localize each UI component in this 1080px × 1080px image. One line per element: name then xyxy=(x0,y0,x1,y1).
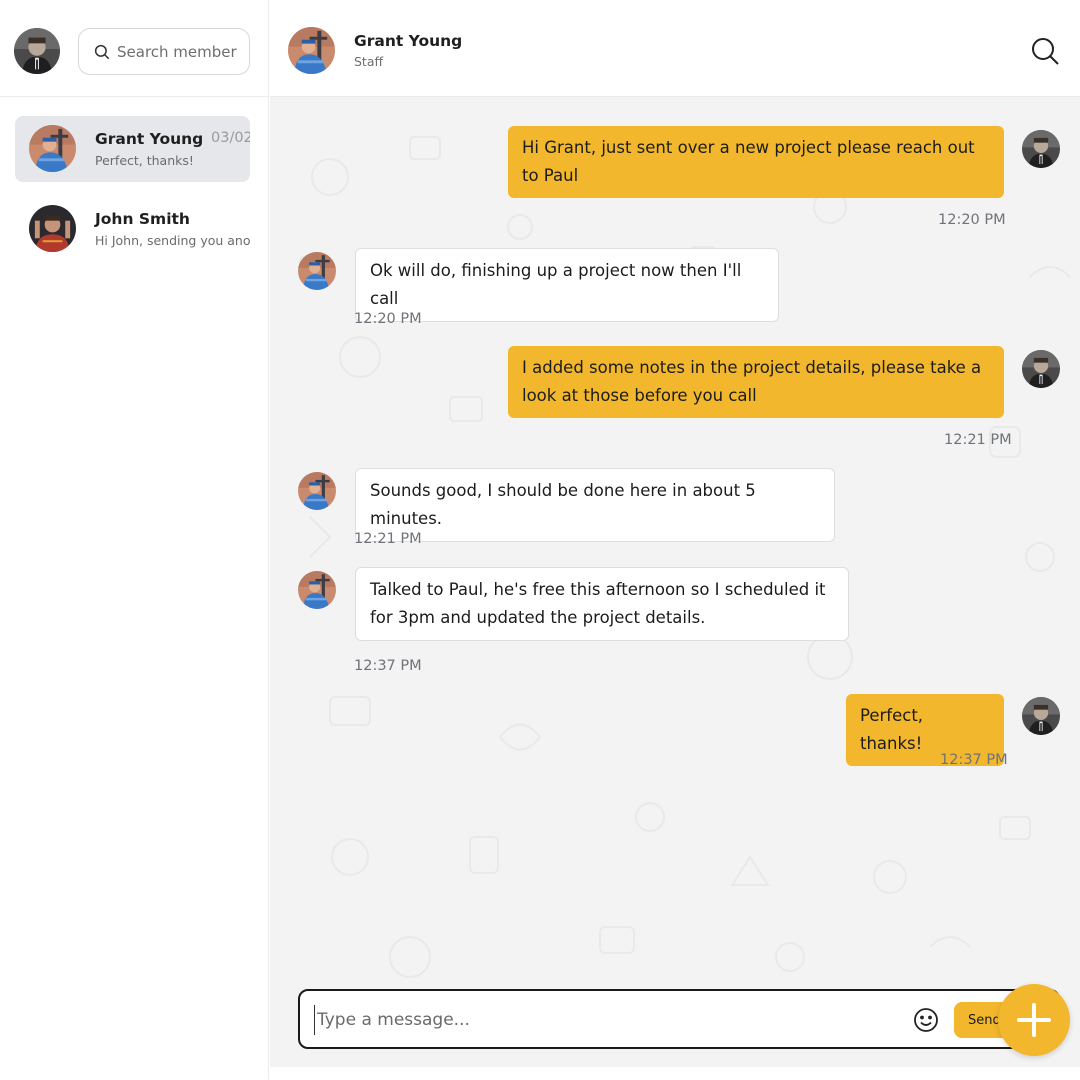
message-time: 12:20 PM xyxy=(354,311,422,327)
message-bubble-incoming: Talked to Paul, he's free this afternoon… xyxy=(355,567,849,641)
message-list[interactable]: Hi Grant, just sent over a new project p… xyxy=(270,97,1080,1067)
message-bubble-outgoing: I added some notes in the project detail… xyxy=(508,346,1004,418)
search-icon[interactable] xyxy=(1030,36,1060,66)
sender-avatar xyxy=(298,472,336,510)
message-input[interactable] xyxy=(314,1005,894,1035)
member-search[interactable] xyxy=(78,28,250,75)
message-time: 12:21 PM xyxy=(944,432,1012,448)
smiley-icon[interactable] xyxy=(912,1006,940,1034)
message-composer: Send xyxy=(298,989,1060,1049)
sidebar: Grant Young 03/02 Perfect, thanks! John … xyxy=(0,0,269,1080)
avatar xyxy=(29,205,76,252)
conversation-date: 03/02 xyxy=(211,130,250,146)
contact-avatar[interactable] xyxy=(288,27,335,74)
sender-avatar xyxy=(1022,697,1060,735)
sender-avatar xyxy=(1022,350,1060,388)
member-search-input[interactable] xyxy=(117,42,247,61)
message-bubble-outgoing: Hi Grant, just sent over a new project p… xyxy=(508,126,1004,198)
message-bubble-incoming: Sounds good, I should be done here in ab… xyxy=(355,468,835,542)
message-time: 12:21 PM xyxy=(354,531,422,547)
sidebar-header xyxy=(0,0,268,97)
conversation-name: Grant Young xyxy=(95,130,204,148)
chat-panel: Grant Young Staff Hi Grant, just sent ov… xyxy=(270,0,1080,1080)
conversation-item-john-smith[interactable]: John Smith Hi John, sending you another xyxy=(15,196,250,262)
new-chat-button[interactable] xyxy=(998,984,1070,1056)
plus-icon xyxy=(1017,1003,1051,1037)
message-time: 12:37 PM xyxy=(940,752,1008,768)
conversation-item-grant-young[interactable]: Grant Young 03/02 Perfect, thanks! xyxy=(15,116,250,182)
chat-header: Grant Young Staff xyxy=(270,0,1080,97)
conversation-preview: Hi John, sending you another xyxy=(95,233,250,248)
sender-avatar xyxy=(1022,130,1060,168)
conversation-preview: Perfect, thanks! xyxy=(95,153,194,168)
message-time: 12:37 PM xyxy=(354,658,422,674)
conversation-name: John Smith xyxy=(95,210,190,228)
contact-role: Staff xyxy=(354,54,384,69)
sender-avatar xyxy=(298,571,336,609)
sender-avatar xyxy=(298,252,336,290)
search-icon xyxy=(94,44,110,59)
avatar xyxy=(29,125,76,172)
current-user-avatar[interactable] xyxy=(14,28,60,74)
contact-name: Grant Young xyxy=(354,32,463,50)
message-time: 12:20 PM xyxy=(938,212,1006,228)
